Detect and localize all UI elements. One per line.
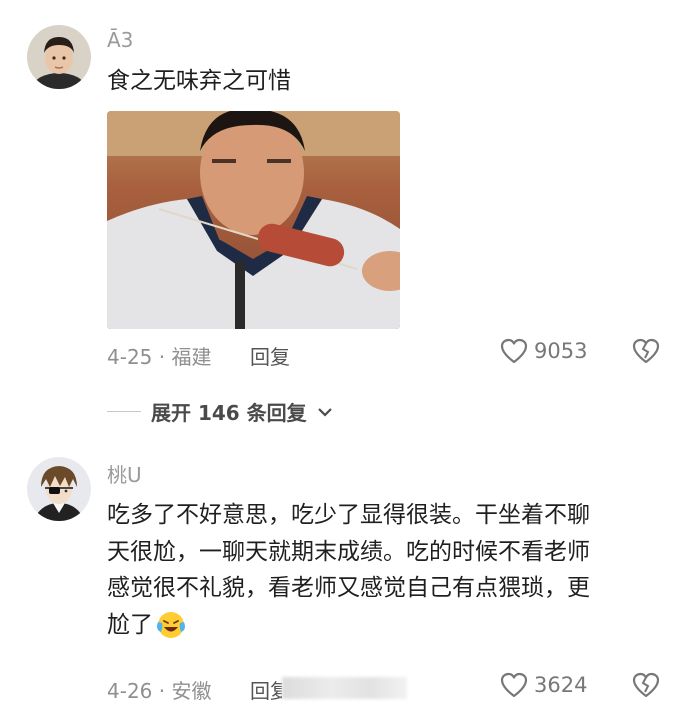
blurred-overlay: [282, 677, 407, 699]
dislike-button[interactable]: [632, 672, 660, 702]
like-count: 3624: [534, 673, 588, 697]
comment-line: 天很尬，一聊天就期末成绩。吃的时候不看老师: [107, 538, 590, 565]
anime-avatar-icon: [27, 457, 91, 521]
comment-2: 桃U 吃多了不好意思，吃少了显得很装。干坐着不聊 天很尬，一聊天就期末成绩。吃的…: [0, 0, 690, 707]
reply-button[interactable]: 回复: [250, 675, 282, 704]
comment-line-last: 尬了: [107, 607, 590, 644]
comment-line: 尬了: [107, 611, 153, 638]
comment-line: 感觉很不礼貌，看老师又感觉自己有点猥琐，更: [107, 575, 590, 601]
heart-icon: [500, 672, 528, 698]
username[interactable]: 桃U: [107, 459, 142, 488]
like-button[interactable]: 3624: [500, 672, 587, 698]
comment-date-location: 4-26 · 安徽: [107, 679, 212, 703]
user-avatar[interactable]: [27, 457, 91, 521]
broken-heart-icon: [632, 672, 660, 698]
comment-text: 吃多了不好意思，吃少了显得很装。干坐着不聊 天很尬，一聊天就期末成绩。吃的时候不…: [107, 497, 590, 643]
comment-line: 吃多了不好意思，吃少了显得很装。干坐着不聊: [107, 502, 590, 528]
laughing-crying-emoji-icon: [157, 611, 185, 638]
